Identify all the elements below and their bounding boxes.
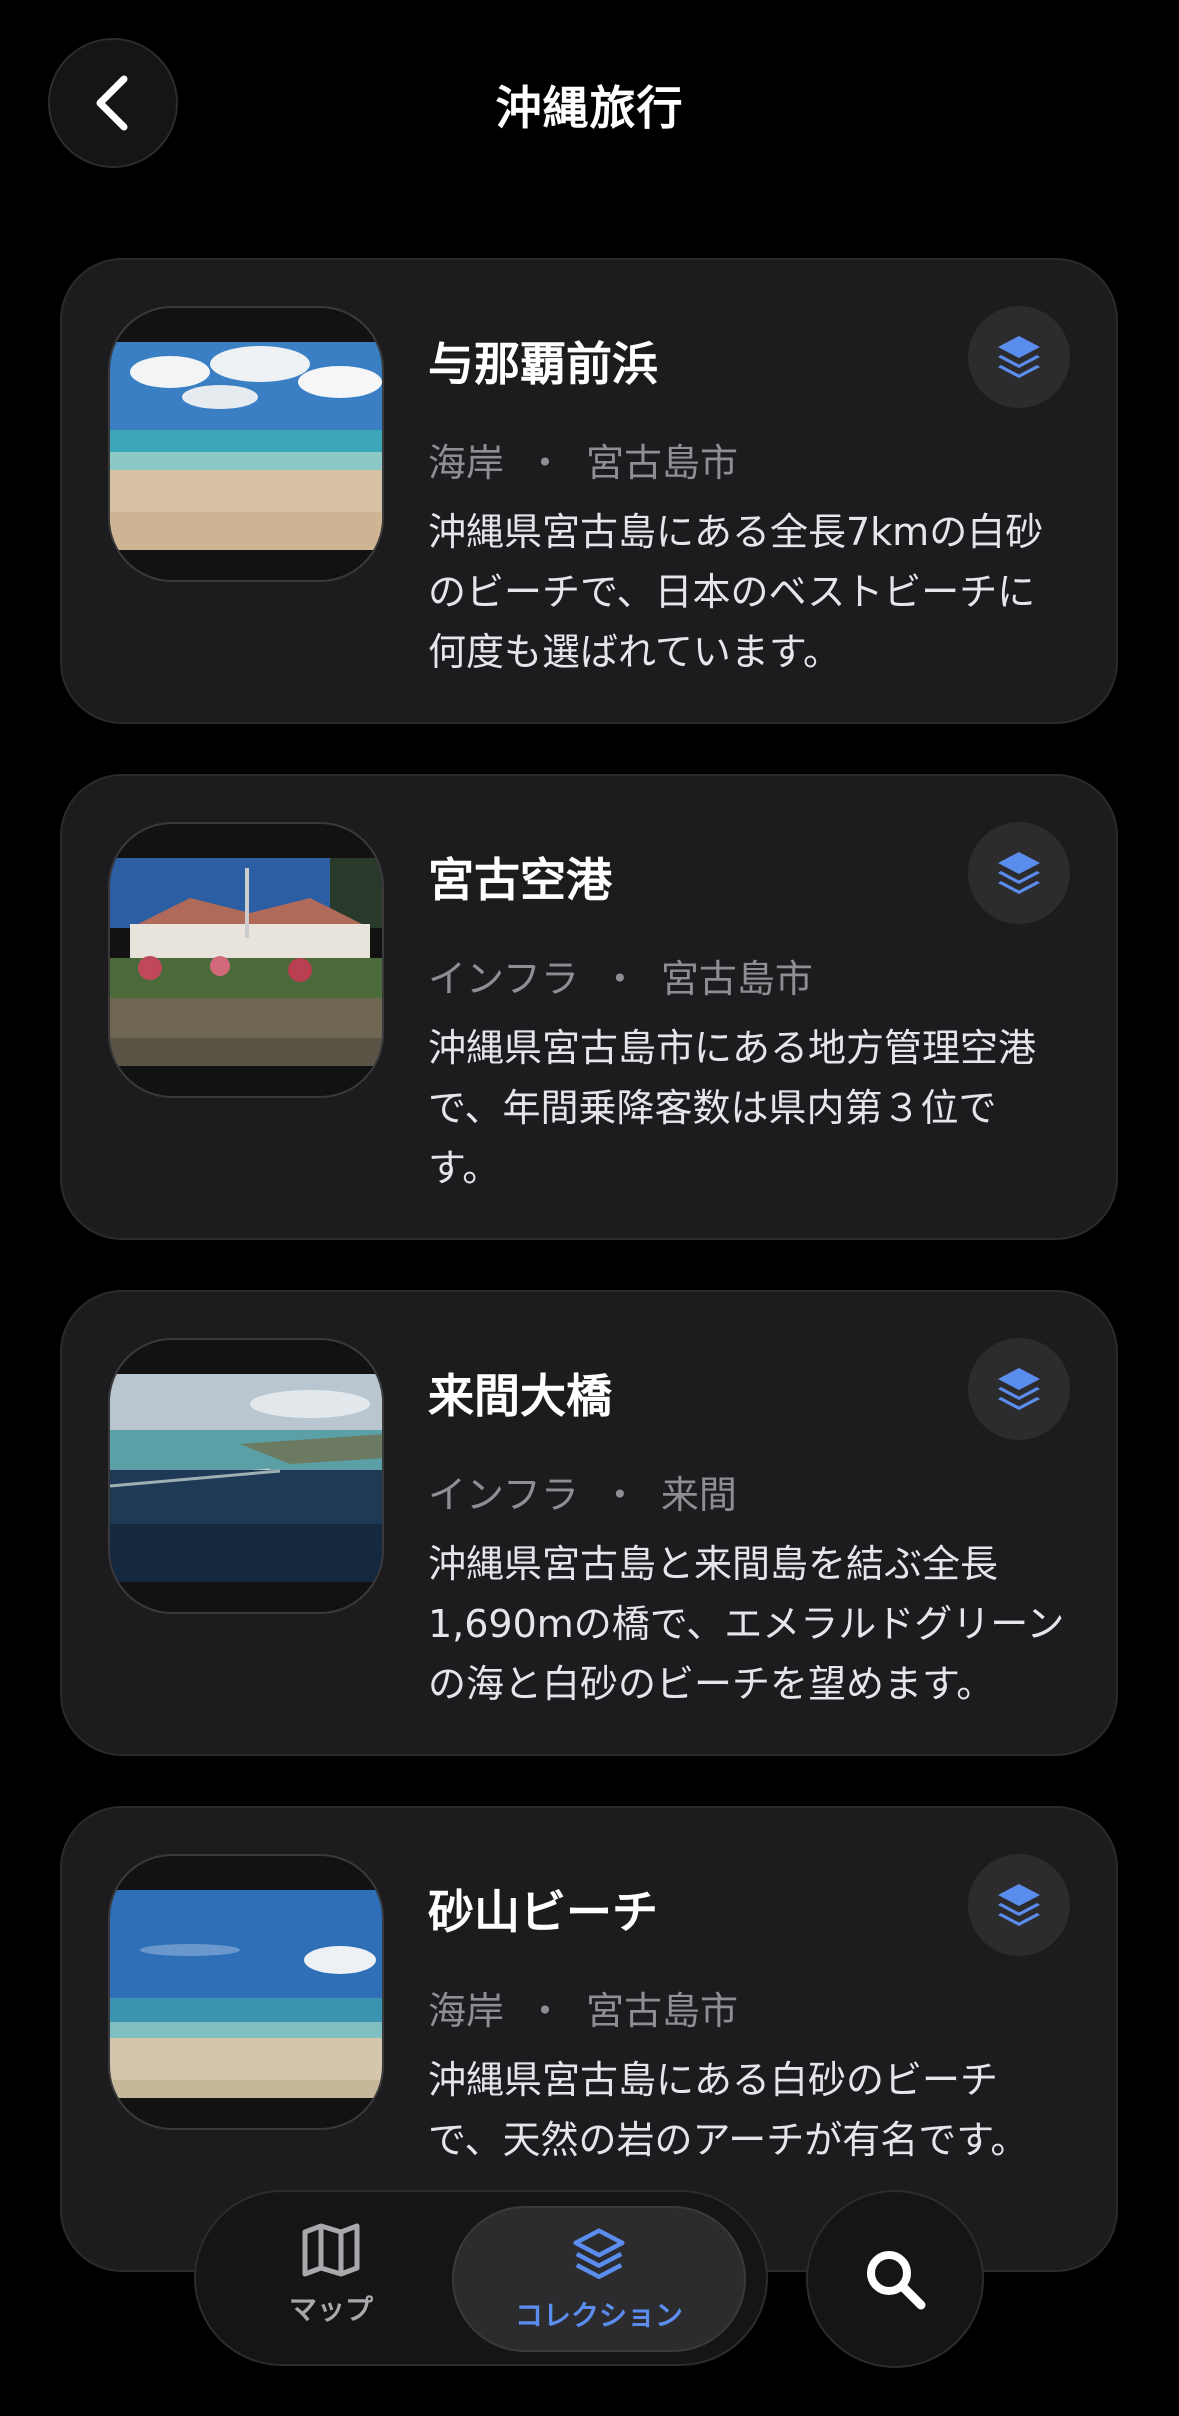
separator: ・	[526, 441, 565, 485]
place-city: 宮古島市	[586, 441, 739, 485]
layers-icon	[998, 852, 1040, 894]
place-category: インフラ	[428, 957, 579, 1001]
place-city: 来間	[660, 1473, 737, 1517]
place-photo-beach	[108, 306, 384, 582]
add-to-collection-button[interactable]	[968, 1338, 1070, 1440]
separator: ・	[526, 1989, 565, 2033]
place-meta: 海岸・宮古島市	[428, 432, 738, 487]
place-description: 沖縄県宮古島市にある地方管理空港で、年間乗降客数は県内第３位です。	[428, 1026, 1037, 1190]
place-name: 砂山ビーチ	[428, 1885, 658, 1939]
place-category: 海岸	[428, 441, 505, 485]
header: 沖縄旅行	[0, 0, 1179, 210]
place-name: 来間大橋	[428, 1369, 612, 1423]
place-description: 沖縄県宮古島にある全長7kmの白砂のビーチで、日本のベストビーチに何度も選ばれて…	[428, 510, 1044, 674]
place-meta: 海岸・宮古島市	[428, 1980, 738, 2035]
tab-map-label: マップ	[288, 2293, 373, 2326]
layers-icon	[998, 336, 1040, 378]
place-photo-bridge	[108, 1338, 384, 1614]
tab-map[interactable]: マップ	[256, 2222, 406, 2342]
add-to-collection-button[interactable]	[968, 822, 1070, 924]
search-icon	[867, 2251, 926, 2310]
place-card[interactable]: 宮古空港 インフラ・宮古島市 沖縄県宮古島市にある地方管理空港で、年間乗降客数は…	[60, 774, 1118, 1240]
place-description: 沖縄県宮古島と来間島を結ぶ全長1,690mの橋で、エメラルドグリーンの海と白砂の…	[428, 1542, 1065, 1706]
place-name: 宮古空港	[428, 853, 612, 907]
place-name: 与那覇前浜	[428, 337, 658, 391]
tab-bar: マップ コレクション	[194, 2190, 768, 2366]
layers-icon	[998, 1884, 1040, 1926]
place-card[interactable]: 来間大橋 インフラ・来間 沖縄県宮古島と来間島を結ぶ全長1,690mの橋で、エメ…	[60, 1290, 1118, 1756]
place-meta: インフラ・来間	[428, 1464, 737, 1519]
place-list: 与那覇前浜 海岸・宮古島市 沖縄県宮古島にある全長7kmの白砂のビーチで、日本の…	[60, 258, 1118, 2322]
add-to-collection-button[interactable]	[968, 306, 1070, 408]
layers-icon	[573, 2228, 625, 2279]
search-button[interactable]	[806, 2190, 984, 2368]
add-to-collection-button[interactable]	[968, 1854, 1070, 1956]
place-photo-beach	[108, 1854, 384, 2130]
map-icon	[302, 2223, 360, 2277]
place-category: インフラ	[428, 1473, 579, 1517]
place-meta: インフラ・宮古島市	[428, 948, 813, 1003]
place-city: 宮古島市	[660, 957, 813, 1001]
tab-collection-label: コレクション	[514, 2299, 683, 2332]
separator: ・	[600, 957, 639, 1001]
place-photo-airport	[108, 822, 384, 1098]
page-title: 沖縄旅行	[495, 81, 684, 135]
place-card[interactable]: 与那覇前浜 海岸・宮古島市 沖縄県宮古島にある全長7kmの白砂のビーチで、日本の…	[60, 258, 1118, 724]
layers-icon	[998, 1368, 1040, 1410]
tab-collection[interactable]: コレクション	[452, 2206, 746, 2352]
place-category: 海岸	[428, 1989, 505, 2033]
place-city: 宮古島市	[586, 1989, 739, 2033]
separator: ・	[600, 1473, 639, 1517]
